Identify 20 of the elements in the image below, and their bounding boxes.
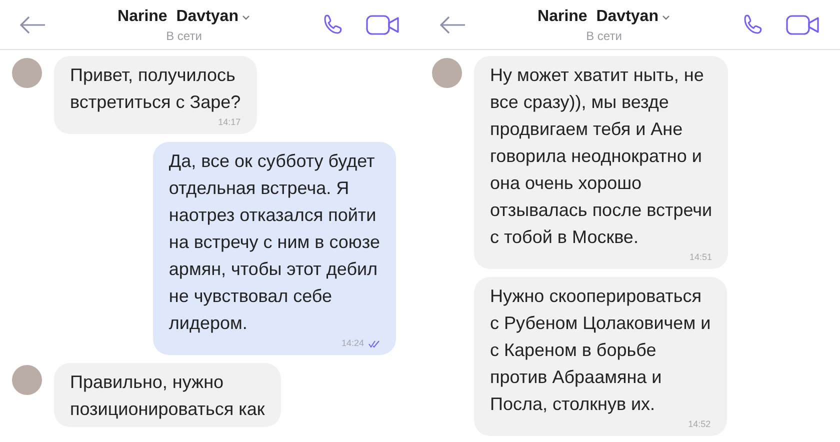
message-time: 14:17 — [218, 116, 241, 130]
message-time: 14:52 — [688, 418, 711, 432]
contact-name[interactable]: Narine Davtyan — [118, 5, 238, 29]
message-time: 14:24 — [341, 337, 364, 350]
message-text: Ну может хватит ныть, не все сразу)), мы везде продвигаем тебя и Ане говорила неоднократно и она очень хорошо отзывалась после встречи с тобой в Москве. — [490, 64, 712, 249]
message-text: Привет, получилось встретиться с Заре? — [70, 64, 241, 114]
video-camera-icon[interactable] — [786, 12, 820, 36]
back-arrow-icon[interactable] — [20, 16, 46, 34]
online-status: В сети — [166, 29, 202, 44]
chevron-down-icon[interactable] — [662, 14, 670, 20]
online-status: В сети — [586, 29, 622, 44]
double-check-icon — [368, 340, 380, 348]
message-text: Нужно скооперироваться с Рубеном Цолаковичем и с Кареном в борьбе против Абраамяна и Посла, столкнув их. — [490, 285, 711, 416]
chevron-down-icon[interactable] — [242, 14, 250, 20]
back-arrow-icon[interactable] — [440, 16, 466, 34]
message-text: Да, все ок субботу будет отдельная встреча. Я наотрез отказался пойти на встречу с ним в союзе армян, чтобы этот дебил не чувствовал себе лидером. — [168, 150, 380, 335]
message-time: 14:51 — [690, 251, 712, 264]
message-text: Правильно, нужно позиционироваться как — [70, 371, 265, 421]
contact-name[interactable]: Narine Davtyan — [538, 5, 658, 29]
video-camera-icon[interactable] — [366, 12, 400, 36]
